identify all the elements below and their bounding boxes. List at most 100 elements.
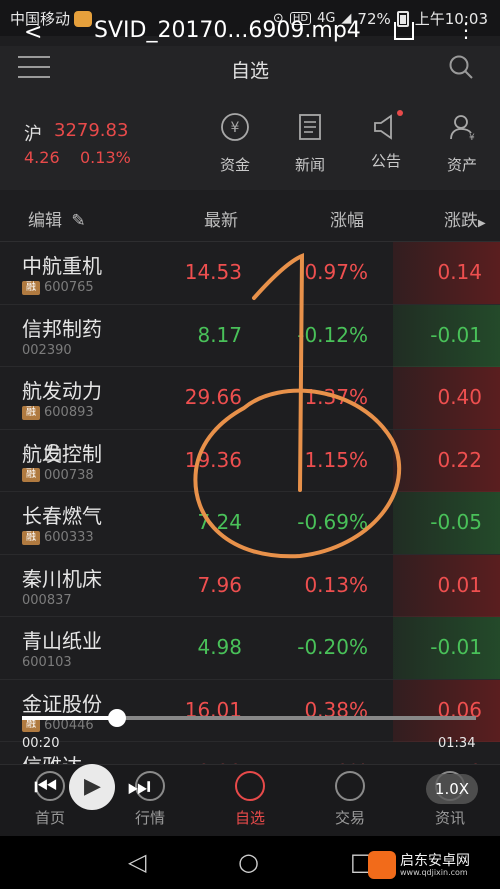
stock-change: 0.40 — [437, 385, 482, 409]
stock-price: 19.36 — [184, 447, 242, 472]
system-home-icon[interactable]: ○ — [238, 848, 259, 876]
stock-change-pct: 1.37% — [304, 385, 368, 409]
stock-price: 7.24 — [197, 510, 242, 534]
stock-change-pct: 1.15% — [304, 447, 368, 472]
stock-name: 金证股份 — [22, 691, 102, 716]
stock-code: 002390 — [22, 342, 72, 358]
playback-speed-button[interactable]: 1.0X — [426, 774, 478, 804]
quick-action-notices[interactable]: 公告 — [356, 110, 416, 171]
stock-change-pct: 0.13% — [304, 572, 368, 597]
news-doc-icon — [299, 114, 321, 140]
stock-row[interactable]: 长春燃气融 600333 7.24 -0.69% -0.05 — [0, 492, 500, 555]
stock-code-box: 融 600893 — [22, 405, 94, 420]
svg-text:¥: ¥ — [231, 120, 240, 136]
stock-price: 29.66 — [184, 385, 242, 409]
column-header: 编辑 ✎ 最新 涨幅 涨跌▶ — [0, 190, 500, 242]
stock-code: 600893 — [44, 405, 94, 420]
watermark-text: 启东安卓网 — [400, 852, 470, 869]
stock-code-box: 融 600333 — [22, 530, 94, 545]
stock-name: 信邦制药 — [22, 316, 102, 341]
watchlist-icon — [235, 771, 265, 801]
quick-action-funds[interactable]: ¥ 资金 — [205, 112, 265, 175]
stock-change-cell: 0.01 — [393, 554, 500, 617]
tab-label: 资讯 — [434, 809, 465, 827]
back-icon[interactable]: < — [24, 20, 42, 45]
quick-action-label: 资产 — [446, 156, 477, 174]
stock-code: 000738 — [44, 467, 94, 483]
page-title: 自选 — [230, 60, 269, 82]
system-back-icon[interactable]: ◁ — [128, 848, 146, 876]
quick-action-label: 公告 — [370, 152, 401, 170]
stock-row[interactable]: 信邦制药 002390 8.17 -0.12% -0.01 — [0, 304, 500, 367]
stock-change-pct: -0.12% — [297, 322, 368, 347]
margin-tag: 融 — [22, 280, 40, 295]
video-filename: SVID_20170...6909.mp4 — [94, 18, 361, 43]
stock-row[interactable]: 航发控制融 000738 19.36 1.15% 0.22 — [0, 429, 500, 492]
svg-text:¥: ¥ — [469, 133, 475, 142]
stock-code-box: 600103 — [22, 655, 72, 670]
col-change[interactable]: 涨跌▶ — [444, 206, 486, 231]
tab-watchlist[interactable]: 自选 — [200, 771, 300, 828]
stock-change-pct: 0.97% — [304, 260, 368, 284]
stock-row[interactable]: 金证股份融 600446 16.01 0.38% 0.06 — [0, 679, 500, 742]
next-icon[interactable]: ⏭ — [127, 772, 150, 803]
margin-tag: 融 — [22, 468, 40, 482]
share-icon[interactable] — [394, 22, 414, 40]
player-controls: ⏮ ▶ ⏭ — [34, 764, 151, 810]
play-button[interactable]: ▶ — [69, 764, 116, 810]
stock-code: 600103 — [22, 655, 72, 670]
video-current-time: 00:20 — [22, 736, 60, 751]
index-summary[interactable]: 沪 3279.83 4.26 0.13% ¥ 资金 新闻 公告 ¥ 资产 — [0, 90, 500, 190]
col-latest[interactable]: 最新 — [204, 206, 238, 231]
tab-label: 自选 — [234, 809, 265, 827]
stock-code: 600333 — [44, 530, 94, 545]
stock-price: 14.53 — [184, 260, 242, 284]
stock-change-pct: -0.69% — [297, 510, 368, 534]
margin-tag: 融 — [22, 405, 40, 420]
stock-change: 0.22 — [437, 447, 482, 472]
stock-change: -0.01 — [430, 635, 482, 659]
quick-action-assets[interactable]: ¥ 资产 — [432, 112, 492, 175]
tab-trade[interactable]: 交易 — [300, 771, 400, 828]
stock-change: 0.14 — [437, 260, 482, 284]
watermark-url: www.qdjixin.com — [400, 867, 468, 877]
tab-label: 行情 — [134, 809, 165, 827]
stock-code-box: 融 000738 — [22, 468, 94, 483]
tab-label: 交易 — [334, 809, 365, 827]
quick-action-label: 资金 — [219, 156, 250, 174]
stock-row[interactable]: 青山纸业 600103 4.98 -0.20% -0.01 — [0, 617, 500, 680]
stock-change-cell: 0.40 — [393, 367, 500, 429]
quick-action-news[interactable]: 新闻 — [280, 112, 340, 175]
video-progress-bar[interactable] — [22, 709, 476, 727]
stock-name: 青山纸业 — [22, 629, 102, 653]
index-value: 3279.83 — [54, 120, 129, 141]
previous-icon[interactable]: ⏮ — [34, 772, 57, 803]
stock-name: 航发动力 — [22, 379, 102, 403]
video-progress-fill — [22, 716, 118, 720]
stock-code: 000837 — [22, 592, 72, 608]
index-name: 沪 — [24, 124, 42, 145]
stock-change-cell: -0.05 — [393, 492, 500, 554]
stock-price: 8.17 — [197, 322, 242, 347]
video-duration: 01:34 — [438, 736, 476, 751]
tab-label: 首页 — [34, 809, 65, 827]
stock-price: 7.96 — [197, 572, 242, 597]
stock-change: 0.01 — [437, 572, 482, 597]
edit-pencil-icon: ✎ — [71, 211, 86, 231]
stock-change-cell: 0.14 — [393, 242, 500, 304]
more-icon[interactable]: ⋮ — [456, 18, 476, 42]
stock-change-cell: -0.01 — [393, 617, 500, 679]
stock-code-box: 融 600765 — [22, 280, 94, 295]
search-icon[interactable] — [448, 54, 474, 80]
edit-button[interactable]: 编辑 ✎ — [28, 206, 86, 231]
col-change-pct[interactable]: 涨幅 — [330, 206, 364, 231]
user-asset-icon: ¥ — [450, 115, 475, 143]
megaphone-icon — [371, 110, 403, 142]
stock-row[interactable]: 秦川机床 000837 7.96 0.13% 0.01 — [0, 554, 500, 617]
stock-row[interactable]: 中航重机融 600765 14.53 0.97% 0.14 — [0, 242, 500, 305]
stock-row[interactable]: 航发动力融 600893 29.66 1.37% 0.40 — [0, 367, 500, 430]
stock-price: 4.98 — [197, 635, 242, 659]
margin-tag: 融 — [22, 718, 40, 732]
watermark-logo-icon — [368, 851, 396, 879]
stock-change: -0.01 — [430, 322, 482, 347]
